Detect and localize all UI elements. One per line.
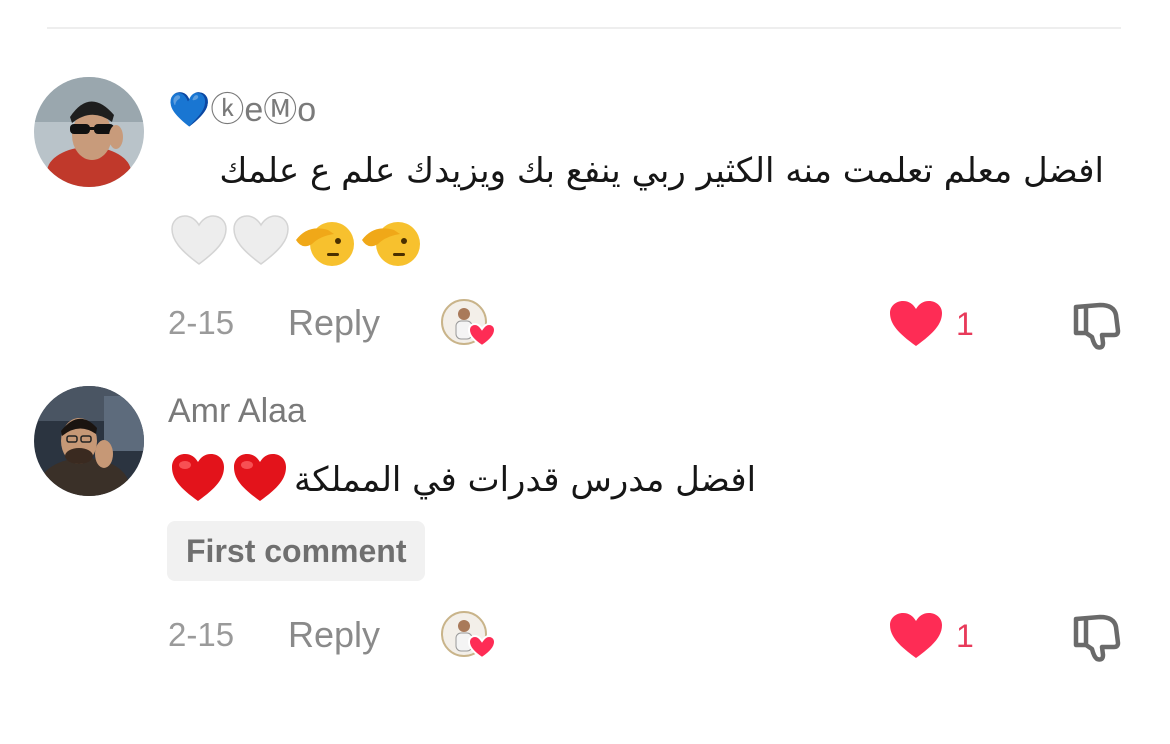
- red-heart-emoji: [232, 452, 288, 508]
- reply-button[interactable]: Reply: [288, 614, 380, 656]
- comments-panel: 💙ⓚeⓂo افضل معلم تعلمت منه الكثير ربي ينف…: [0, 0, 1170, 744]
- username[interactable]: Amr Alaa: [168, 392, 306, 431]
- white-heart-emoji: [232, 214, 290, 272]
- saluting-face-emoji: [360, 214, 422, 272]
- reply-button[interactable]: Reply: [288, 302, 380, 344]
- dislike-button[interactable]: [1070, 297, 1124, 351]
- thumbs-down-icon: [1073, 614, 1121, 662]
- comment-date: 2-15: [168, 616, 235, 653]
- creator-liked-icon: [440, 608, 500, 664]
- first-comment-badge: First comment: [167, 521, 426, 581]
- comment-text-row: افضل مدرس قدرات في المملكة: [170, 452, 756, 508]
- saluting-face-emoji: [294, 214, 356, 272]
- thumbs-down-icon: [1073, 302, 1121, 350]
- emoji-row: [170, 214, 422, 272]
- creator-liked-icon: [440, 296, 500, 352]
- like-button[interactable]: 1: [888, 299, 974, 349]
- heart-icon: [890, 613, 942, 658]
- avatar[interactable]: [34, 77, 144, 187]
- heart-icon: [890, 301, 942, 346]
- comment-date: 2-15: [168, 304, 235, 341]
- comment-text: افضل معلم تعلمت منه الكثير ربي ينفع بك و…: [219, 151, 1104, 191]
- like-count: 1: [956, 305, 974, 342]
- comment-actions: 2-15 Reply 1: [0, 294, 1170, 354]
- avatar[interactable]: [34, 386, 144, 496]
- red-heart-emoji: [170, 452, 226, 508]
- white-heart-emoji: [170, 214, 228, 272]
- like-count: 1: [956, 617, 974, 654]
- comment-text: افضل مدرس قدرات في المملكة: [294, 460, 757, 500]
- comment-actions: 2-15 Reply 1: [0, 606, 1170, 666]
- divider: [47, 27, 1121, 29]
- like-button[interactable]: 1: [888, 611, 974, 661]
- dislike-button[interactable]: [1070, 609, 1124, 663]
- username[interactable]: 💙ⓚeⓂo: [168, 82, 316, 131]
